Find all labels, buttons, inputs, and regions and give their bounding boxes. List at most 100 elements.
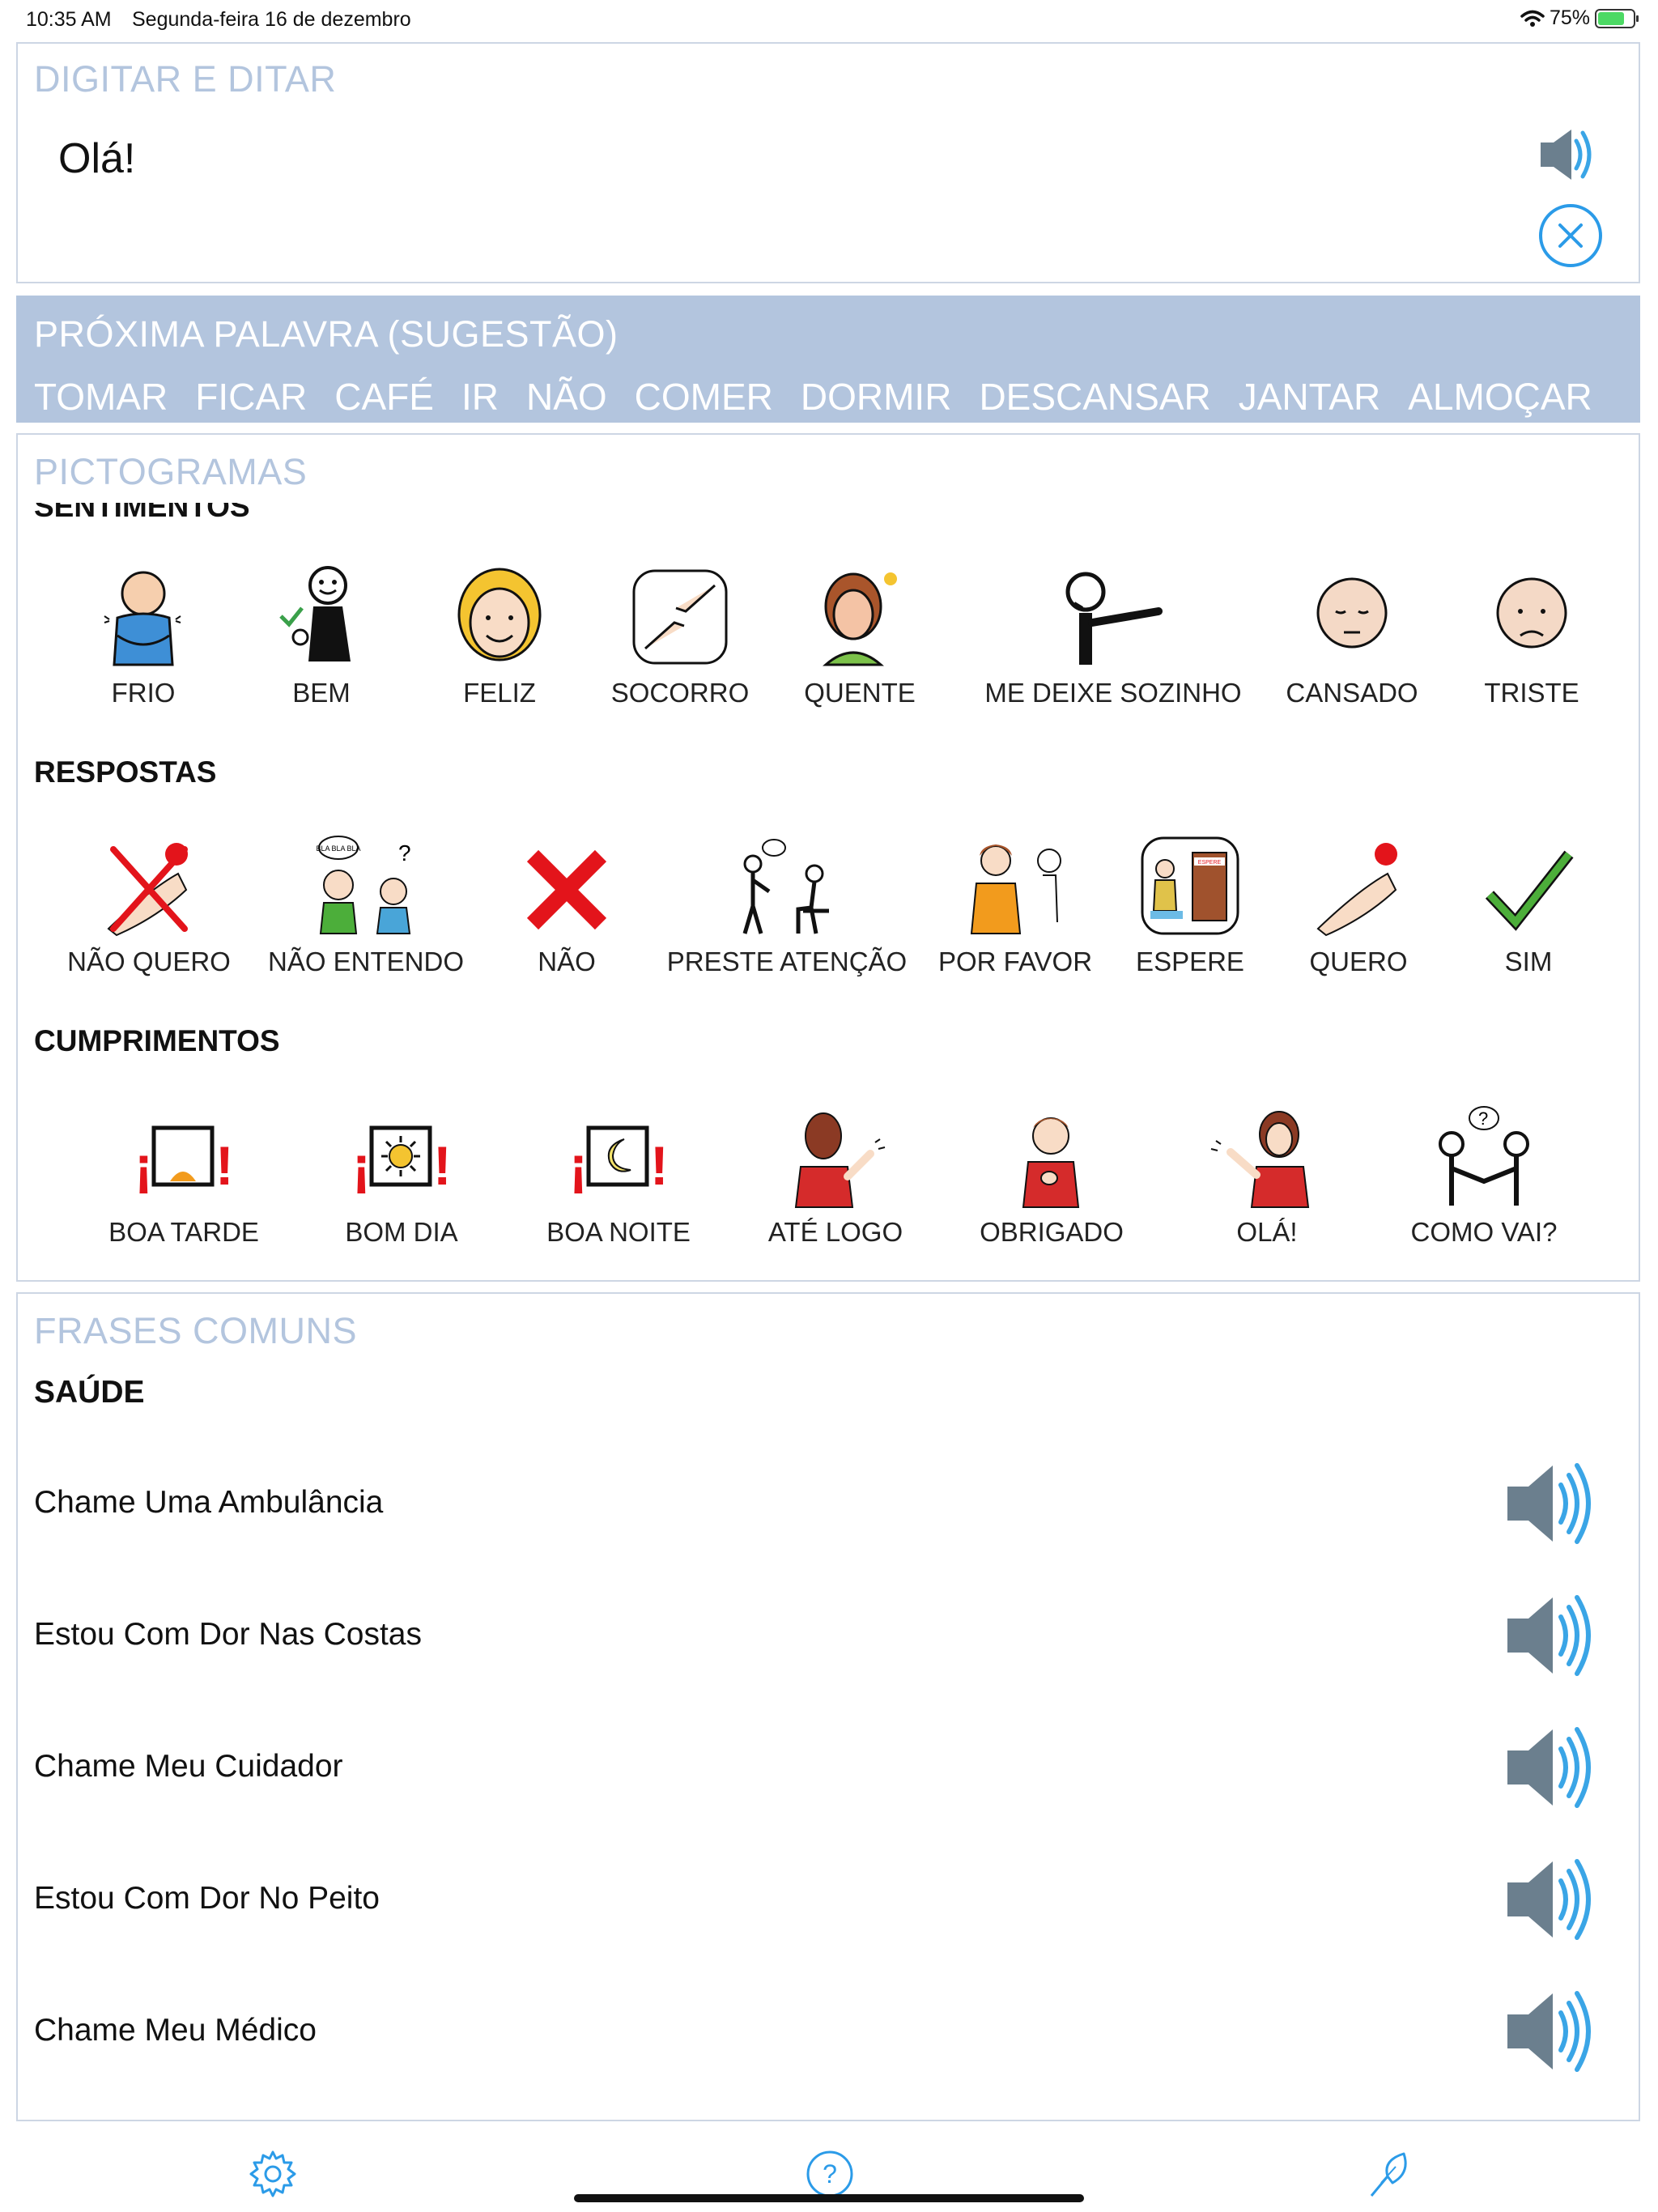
no-cross-icon: [526, 849, 607, 930]
picto-label: NÃO QUERO: [67, 946, 231, 976]
svg-text:?: ?: [1478, 1108, 1488, 1129]
pay-attention-icon: [742, 839, 829, 934]
speaker-icon[interactable]: [1504, 1987, 1600, 2076]
happy-face-icon: [457, 568, 542, 661]
svg-text:?: ?: [823, 2159, 837, 2189]
picto-label: NÃO: [538, 946, 596, 976]
cold-person-icon: [104, 571, 181, 666]
svg-text:¡: ¡: [569, 1135, 588, 1197]
wifi-icon: [1520, 10, 1545, 27]
ok-person-icon: [279, 566, 351, 661]
suggestion-word[interactable]: FICAR: [195, 375, 307, 419]
hello-wave-icon: [1210, 1111, 1310, 1208]
suggestion-section-title: PRÓXIMA PALAVRA (SUGESTÃO): [34, 313, 619, 355]
phrase-text: Estou Com Dor Nas Costas: [34, 1617, 422, 1652]
picto-label: OBRIGADO: [980, 1217, 1124, 1247]
picto-label: FRIO: [111, 678, 176, 708]
speaker-icon[interactable]: [1504, 1723, 1600, 1812]
typing-section-title: DIGITAR E DITAR: [34, 58, 337, 100]
category-cumprimentos: CUMPRIMENTOS: [34, 1024, 280, 1057]
home-indicator[interactable]: [574, 2194, 1084, 2202]
svg-text:?: ?: [398, 840, 411, 866]
category-respostas: RESPOSTAS: [34, 755, 217, 789]
battery-percent: 75%: [1549, 6, 1590, 29]
leave-me-alone-icon: [1065, 572, 1163, 665]
picto-label: FELIZ: [463, 678, 536, 708]
phrase-row[interactable]: Chame Meu Médico: [18, 1969, 1639, 2101]
speaker-icon[interactable]: [1504, 1855, 1600, 1944]
suggestion-word[interactable]: COMER: [635, 375, 773, 419]
speaker-icon[interactable]: [1504, 1591, 1600, 1680]
clear-text-button[interactable]: [1539, 204, 1602, 267]
phrase-text: Chame Meu Médico: [34, 2013, 317, 2048]
thank-you-icon: [1022, 1117, 1080, 1208]
picto-label: NÃO ENTENDO: [267, 946, 465, 976]
help-icon[interactable]: ?: [805, 2149, 855, 2199]
gear-icon[interactable]: [248, 2149, 298, 2199]
sad-face-icon: [1496, 577, 1567, 649]
status-bar: 10:35 AM Segunda-feira 16 de dezembro 75…: [0, 0, 1658, 39]
status-right: 75%: [1520, 6, 1639, 30]
door-sign-text: ESPERE: [1198, 860, 1222, 866]
suggestion-word[interactable]: ALMOÇAR: [1408, 375, 1592, 419]
category-sentimentos: SENTIMENTOS: [34, 490, 250, 523]
typed-text-field[interactable]: Olá!: [58, 134, 135, 183]
want-icon: [1316, 843, 1397, 937]
picto-label: OLÁ!: [1236, 1217, 1298, 1247]
phrases-section-title: FRASES COMUNS: [34, 1310, 358, 1351]
picto-label: SIM: [1504, 946, 1553, 976]
picto-label: CANSADO: [1286, 678, 1418, 708]
dont-understand-icon: BLA BLA BLA ?: [316, 836, 411, 934]
suggestion-word[interactable]: TOMAR: [34, 375, 168, 419]
feather-icon[interactable]: [1363, 2149, 1414, 2199]
phrase-row[interactable]: Estou Com Dor No Peito: [18, 1837, 1639, 1969]
dont-want-icon: [107, 843, 188, 937]
phrase-row[interactable]: Estou Com Dor Nas Costas: [18, 1573, 1639, 1705]
picto-label: BOA TARDE: [108, 1217, 259, 1247]
suggestion-word[interactable]: CAFÉ: [334, 375, 434, 419]
suggestion-word[interactable]: JANTAR: [1239, 375, 1381, 419]
close-icon: [1558, 223, 1583, 248]
svg-text:!: !: [650, 1135, 669, 1197]
typing-panel: DIGITAR E DITAR Olá!: [16, 42, 1640, 283]
svg-text:¡: ¡: [134, 1135, 153, 1197]
helping-hands-icon: [632, 569, 728, 665]
speaker-icon[interactable]: [1504, 1459, 1600, 1548]
picto-label: COMO VAI?: [1410, 1217, 1558, 1247]
sunset-icon: ¡ !: [134, 1125, 234, 1197]
suggestion-word[interactable]: NÃO: [526, 375, 607, 419]
picto-label: BOA NOITE: [546, 1217, 691, 1247]
sun-icon: ¡ !: [352, 1125, 452, 1197]
svg-text:!: !: [433, 1135, 452, 1197]
phrase-category-saude: SAÚDE: [34, 1375, 145, 1410]
picto-label: ESPERE: [1136, 946, 1244, 976]
phrases-panel: FRASES COMUNS SAÚDE Chame Uma Ambulância…: [16, 1292, 1640, 2121]
suggestion-panel: PRÓXIMA PALAVRA (SUGESTÃO) TOMAR FICAR C…: [16, 296, 1640, 423]
picto-label: QUERO: [1309, 946, 1408, 976]
picto-label: TRISTE: [1484, 678, 1579, 708]
bubble-text: BLA BLA BLA: [316, 844, 360, 853]
pictograms-section-title: PICTOGRAMAS: [34, 451, 308, 493]
phrase-row[interactable]: Chame Uma Ambulância: [18, 1441, 1639, 1573]
picto-label: ME DEIXE SOZINHO: [984, 678, 1242, 708]
suggestion-word[interactable]: DESCANSAR: [979, 375, 1210, 419]
suggestion-word[interactable]: IR: [461, 375, 499, 419]
phrase-text: Estou Com Dor No Peito: [34, 1881, 380, 1916]
status-time: 10:35 AM: [26, 8, 112, 31]
picto-label: QUENTE: [804, 678, 916, 708]
svg-text:!: !: [215, 1135, 234, 1197]
picto-label: POR FAVOR: [937, 946, 1093, 976]
moon-icon: ¡ !: [569, 1125, 669, 1197]
speak-text-button[interactable]: [1537, 123, 1602, 186]
picto-label: BOM DIA: [345, 1217, 458, 1247]
picto-label: ATÉ LOGO: [767, 1217, 903, 1247]
please-icon: [970, 844, 1061, 934]
phrase-row[interactable]: Chame Meu Cuidador: [18, 1705, 1639, 1837]
how-are-you-icon: ?: [1439, 1106, 1529, 1206]
picto-label: SOCORRO: [610, 678, 750, 708]
pictograms-panel: PICTOGRAMAS SENTIMENTOS FRIO BEM FELIZ S…: [16, 433, 1640, 1282]
hot-person-icon: [823, 572, 897, 666]
suggestion-word[interactable]: DORMIR: [801, 375, 952, 419]
picto-label: PRESTE ATENÇÃO: [666, 946, 908, 976]
yes-check-icon: [1485, 850, 1574, 931]
